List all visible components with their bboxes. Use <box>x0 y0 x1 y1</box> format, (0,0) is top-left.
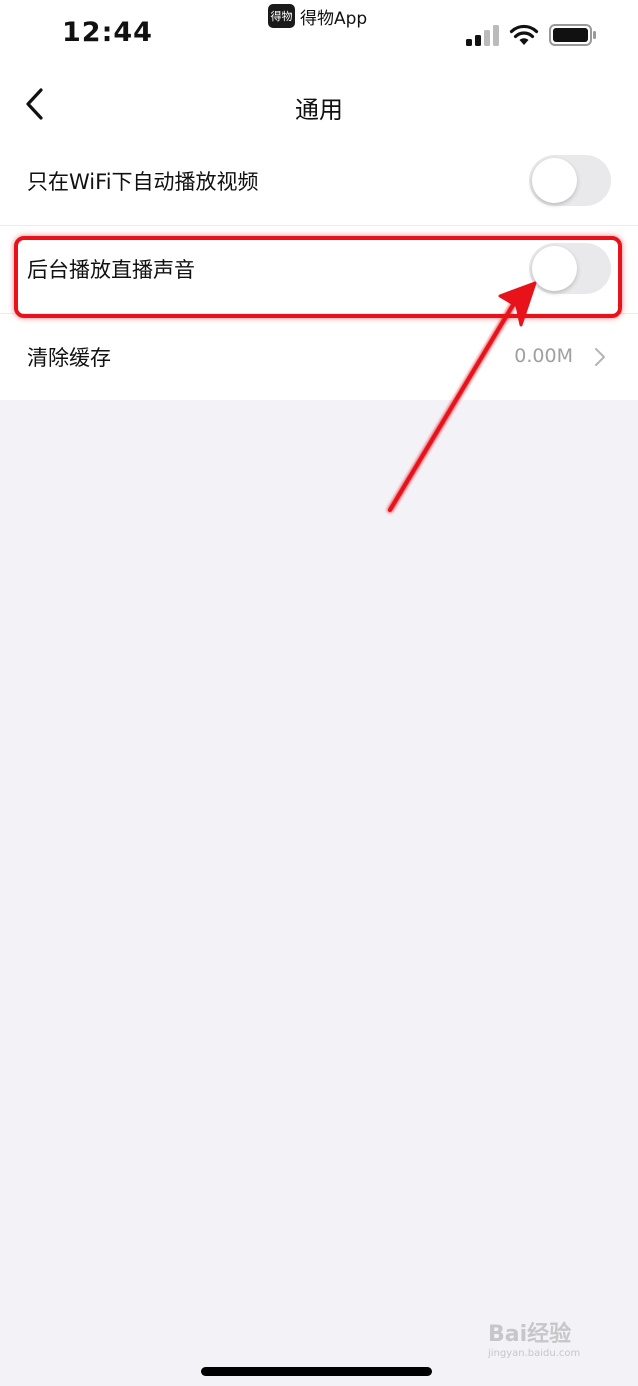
back-to-app[interactable]: 得物 得物App <box>268 3 367 29</box>
battery-icon <box>549 24 596 46</box>
toggle-knob <box>532 246 577 291</box>
wifi-icon <box>509 24 539 45</box>
setting-row-clear-cache[interactable]: 清除缓存 0.00M <box>0 314 638 400</box>
setting-row-background-live-audio: 后台播放直播声音 <box>0 226 638 314</box>
page-title: 通用 <box>295 96 343 124</box>
status-bar: 12:44 得物 得物App <box>0 0 638 68</box>
setting-row-wifi-autoplay: 只在WiFi下自动播放视频 <box>0 138 638 226</box>
cellular-signal-icon <box>466 25 499 46</box>
app-name: 得物App <box>300 8 368 29</box>
settings-list: 只在WiFi下自动播放视频 后台播放直播声音 清除缓存 0.00M <box>0 138 638 400</box>
cache-size-value: 0.00M <box>514 345 573 367</box>
setting-label: 后台播放直播声音 <box>27 258 195 282</box>
app-icon: 得物 <box>268 4 295 28</box>
toggle-knob <box>532 158 577 203</box>
chevron-right-icon <box>595 348 605 366</box>
navigation-bar: 通用 <box>0 68 638 138</box>
watermark-brand: Bai经验 <box>488 1322 572 1347</box>
setting-label: 清除缓存 <box>27 346 111 370</box>
wifi-autoplay-toggle[interactable] <box>529 155 611 206</box>
watermark: Bai经验 jingyan.baidu.com <box>488 1316 608 1366</box>
watermark-url: jingyan.baidu.com <box>488 1348 581 1359</box>
background-live-audio-toggle[interactable] <box>529 243 611 294</box>
status-time: 12:44 <box>62 17 153 48</box>
setting-label: 只在WiFi下自动播放视频 <box>27 170 259 194</box>
home-indicator[interactable] <box>201 1367 432 1376</box>
